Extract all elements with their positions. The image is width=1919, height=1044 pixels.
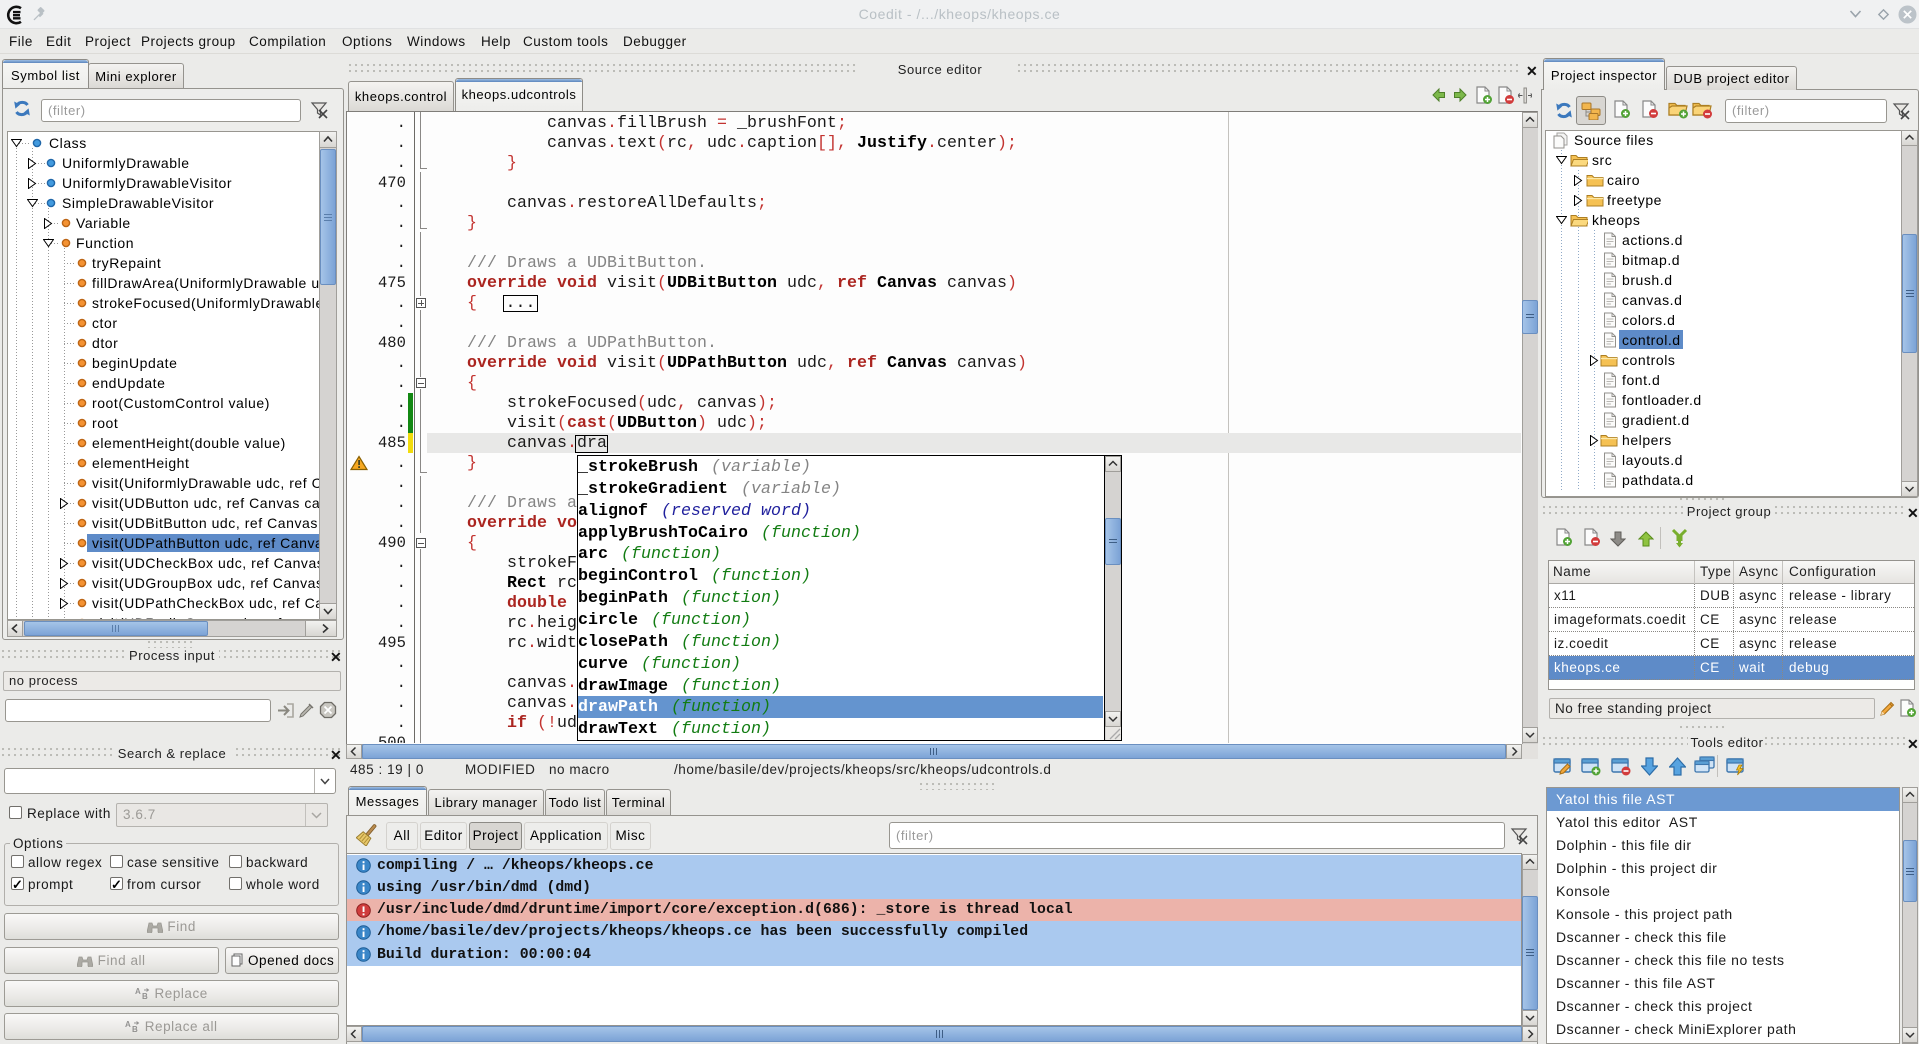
svg-text:A: A (125, 1020, 131, 1029)
svg-text:B: B (142, 992, 148, 1000)
svg-text:A: A (135, 987, 141, 996)
svg-text:B: B (132, 1025, 138, 1033)
